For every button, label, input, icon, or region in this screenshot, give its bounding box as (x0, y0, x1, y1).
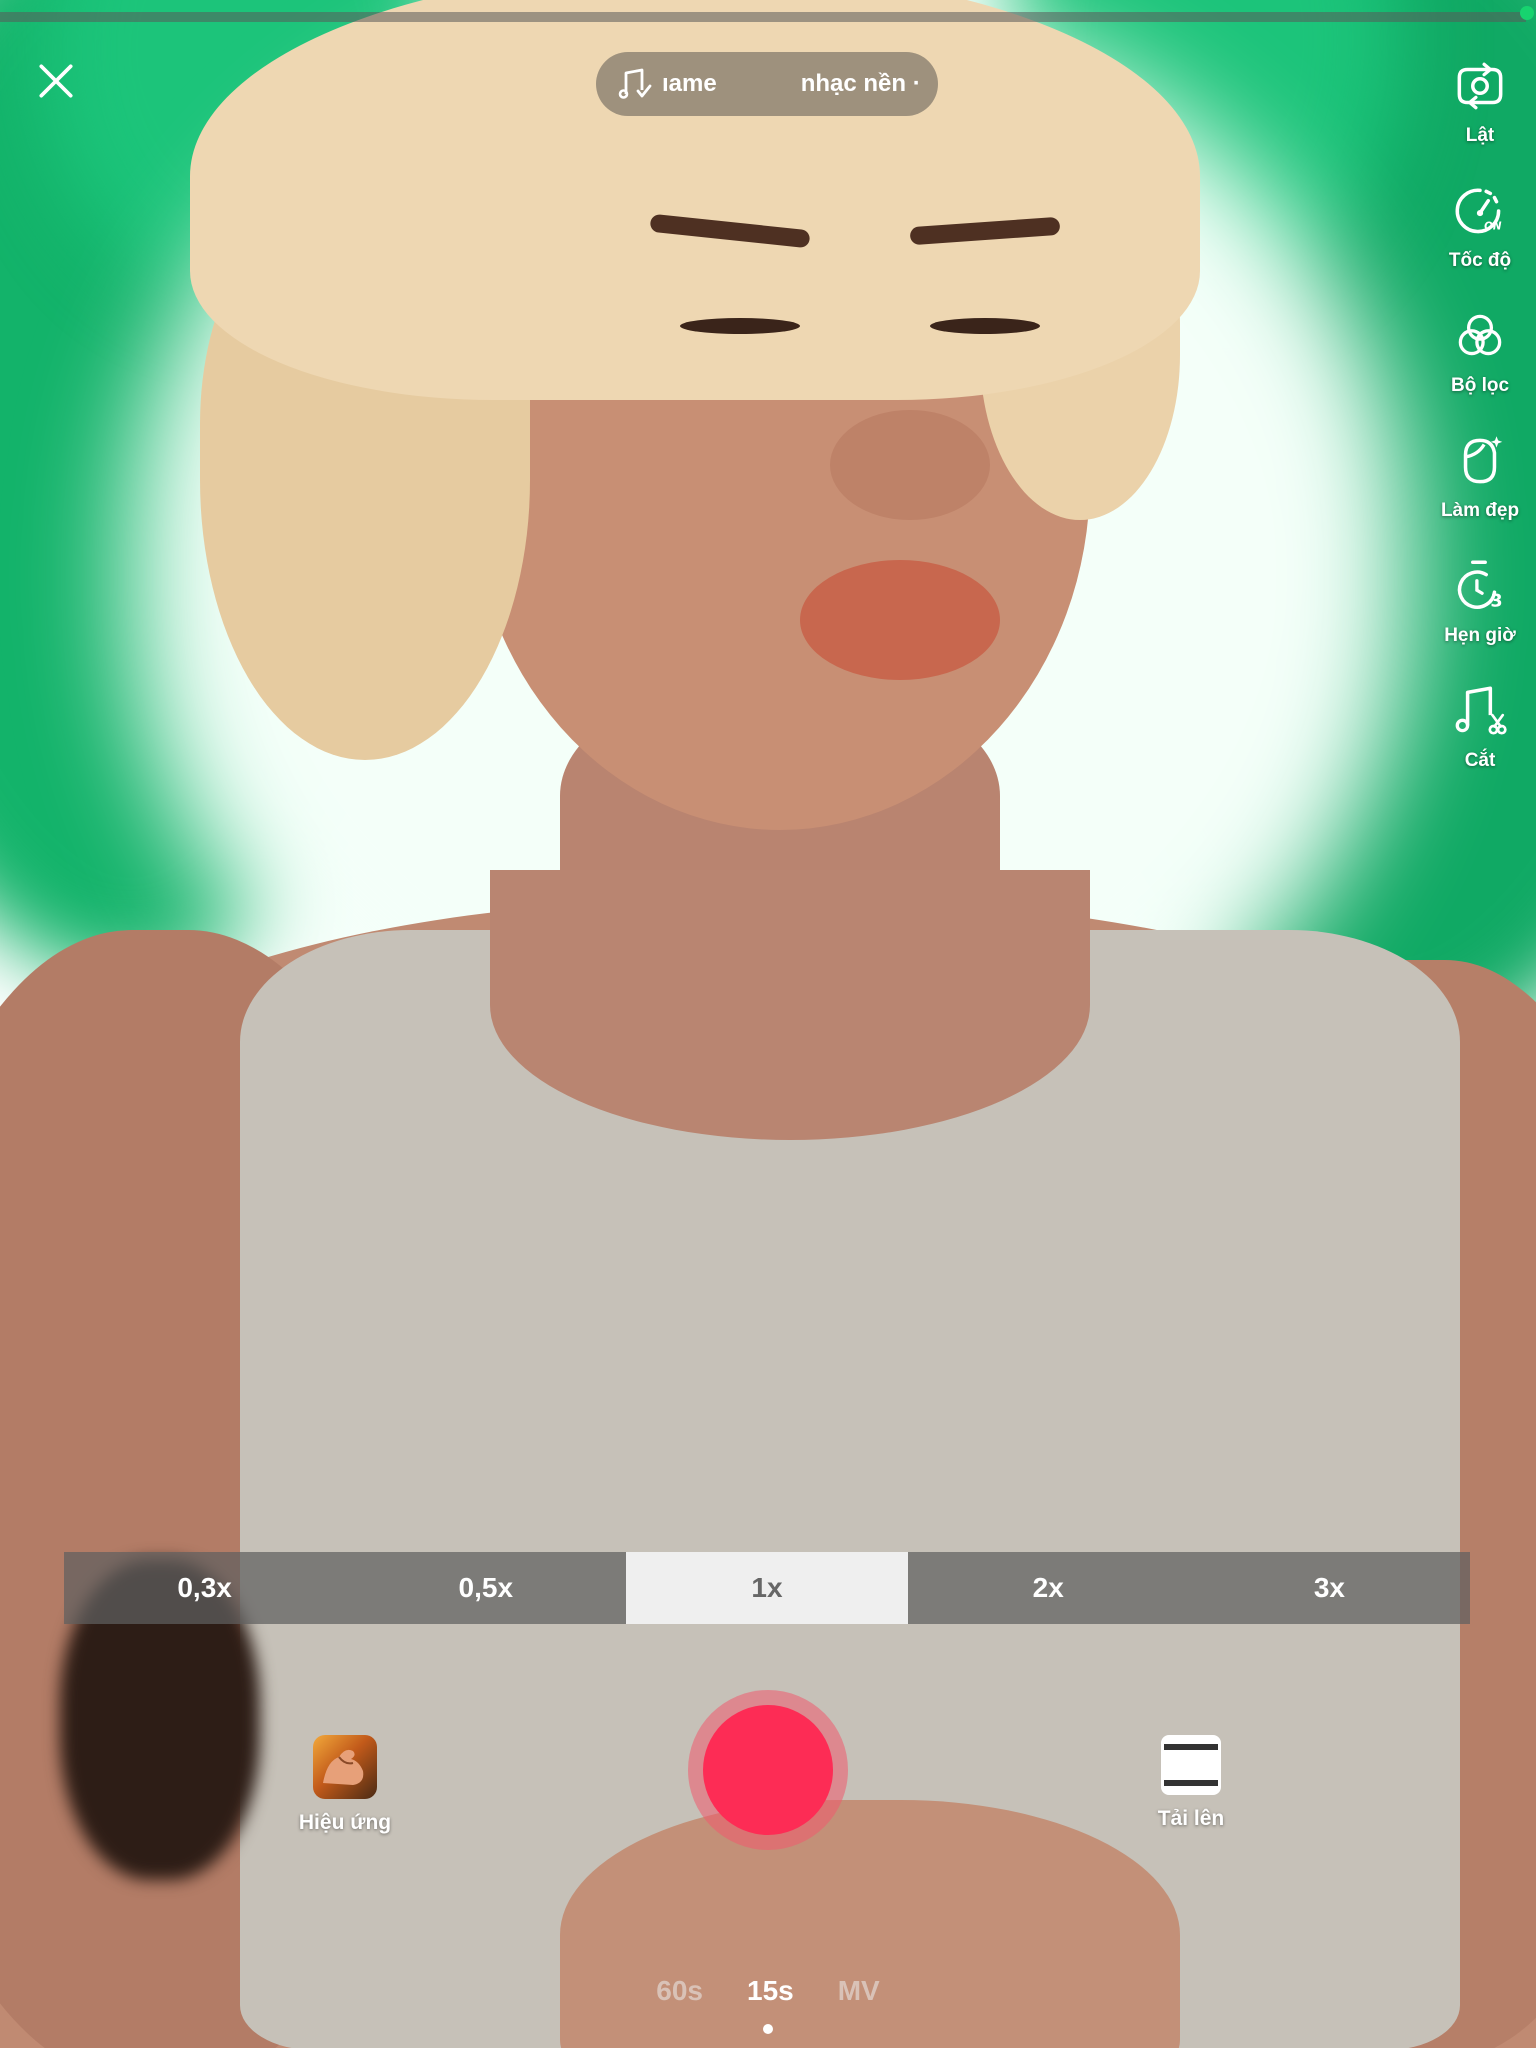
zoom-option-0-5x[interactable]: 0,5x (345, 1552, 626, 1624)
close-button[interactable] (30, 55, 82, 107)
filters-icon (1458, 314, 1502, 356)
zoom-selector: 0,3x 0,5x 1x 2x 3x (64, 1552, 1470, 1624)
record-button-inner (703, 1705, 833, 1835)
effects-button[interactable]: Hiệu ứng (290, 1735, 400, 1835)
camera-screen: ıame nhạc nền · Lật ON Tốc độ Bộ lọc Làm… (0, 0, 1536, 2048)
timer-icon: 3 (1457, 560, 1503, 612)
zoom-option-3x[interactable]: 3x (1189, 1552, 1470, 1624)
tool-beautify-label: Làm đẹp (1440, 500, 1520, 521)
zoom-option-0-3x[interactable]: 0,3x (64, 1552, 345, 1624)
zoom-option-2x[interactable]: 2x (908, 1552, 1189, 1624)
zoom-option-1x[interactable]: 1x (626, 1552, 908, 1624)
tool-beautify[interactable]: Làm đẹp (1424, 430, 1536, 522)
tool-timer-label: Hẹn giờ (1444, 625, 1516, 646)
duration-mode-tabs: 60s 15s MV (600, 1975, 936, 2019)
tool-flip-label: Lật (1465, 125, 1495, 146)
tool-speed[interactable]: ON Tốc độ (1424, 180, 1536, 272)
upload-button[interactable]: Tải lên (1135, 1735, 1247, 1831)
recording-indicator-dot (1520, 6, 1534, 20)
tool-cut[interactable]: Cắt (1424, 680, 1536, 772)
tool-filters[interactable]: Bộ lọc (1424, 305, 1536, 397)
flexed-bicep-icon (323, 1749, 364, 1785)
tool-speed-label: Tốc độ (1448, 250, 1512, 271)
sound-subtitle-text: nhạc nền · (800, 70, 921, 97)
mode-tab-60s[interactable]: 60s (656, 1975, 703, 2019)
svg-text:3: 3 (1490, 592, 1502, 612)
add-sound-button[interactable]: ıame nhạc nền · (596, 52, 938, 116)
close-icon (39, 64, 73, 98)
tool-flip[interactable]: Lật (1424, 55, 1536, 147)
effects-thumbnail (313, 1735, 377, 1799)
mode-tab-15s[interactable]: 15s (747, 1975, 794, 2019)
tool-timer[interactable]: 3 Hẹn giờ (1424, 555, 1536, 647)
gallery-icon (1161, 1735, 1221, 1795)
sound-name-text: ıame (662, 70, 717, 97)
recording-progress-track (0, 12, 1526, 22)
music-note-check-icon (618, 68, 652, 99)
upload-label: Tải lên (1157, 1807, 1225, 1830)
music-cut-icon (1455, 686, 1507, 735)
record-button[interactable] (688, 1690, 848, 1850)
speed-icon: ON (1455, 188, 1502, 234)
effects-label: Hiệu ứng (298, 1811, 392, 1834)
flip-camera-icon (1457, 62, 1503, 110)
tool-cut-label: Cắt (1464, 750, 1496, 771)
beautify-icon (1463, 436, 1503, 484)
mode-tab-mv[interactable]: MV (838, 1975, 880, 2019)
selected-mode-indicator (763, 2024, 773, 2034)
tool-filters-label: Bộ lọc (1450, 375, 1510, 396)
svg-text:ON: ON (1484, 221, 1502, 233)
